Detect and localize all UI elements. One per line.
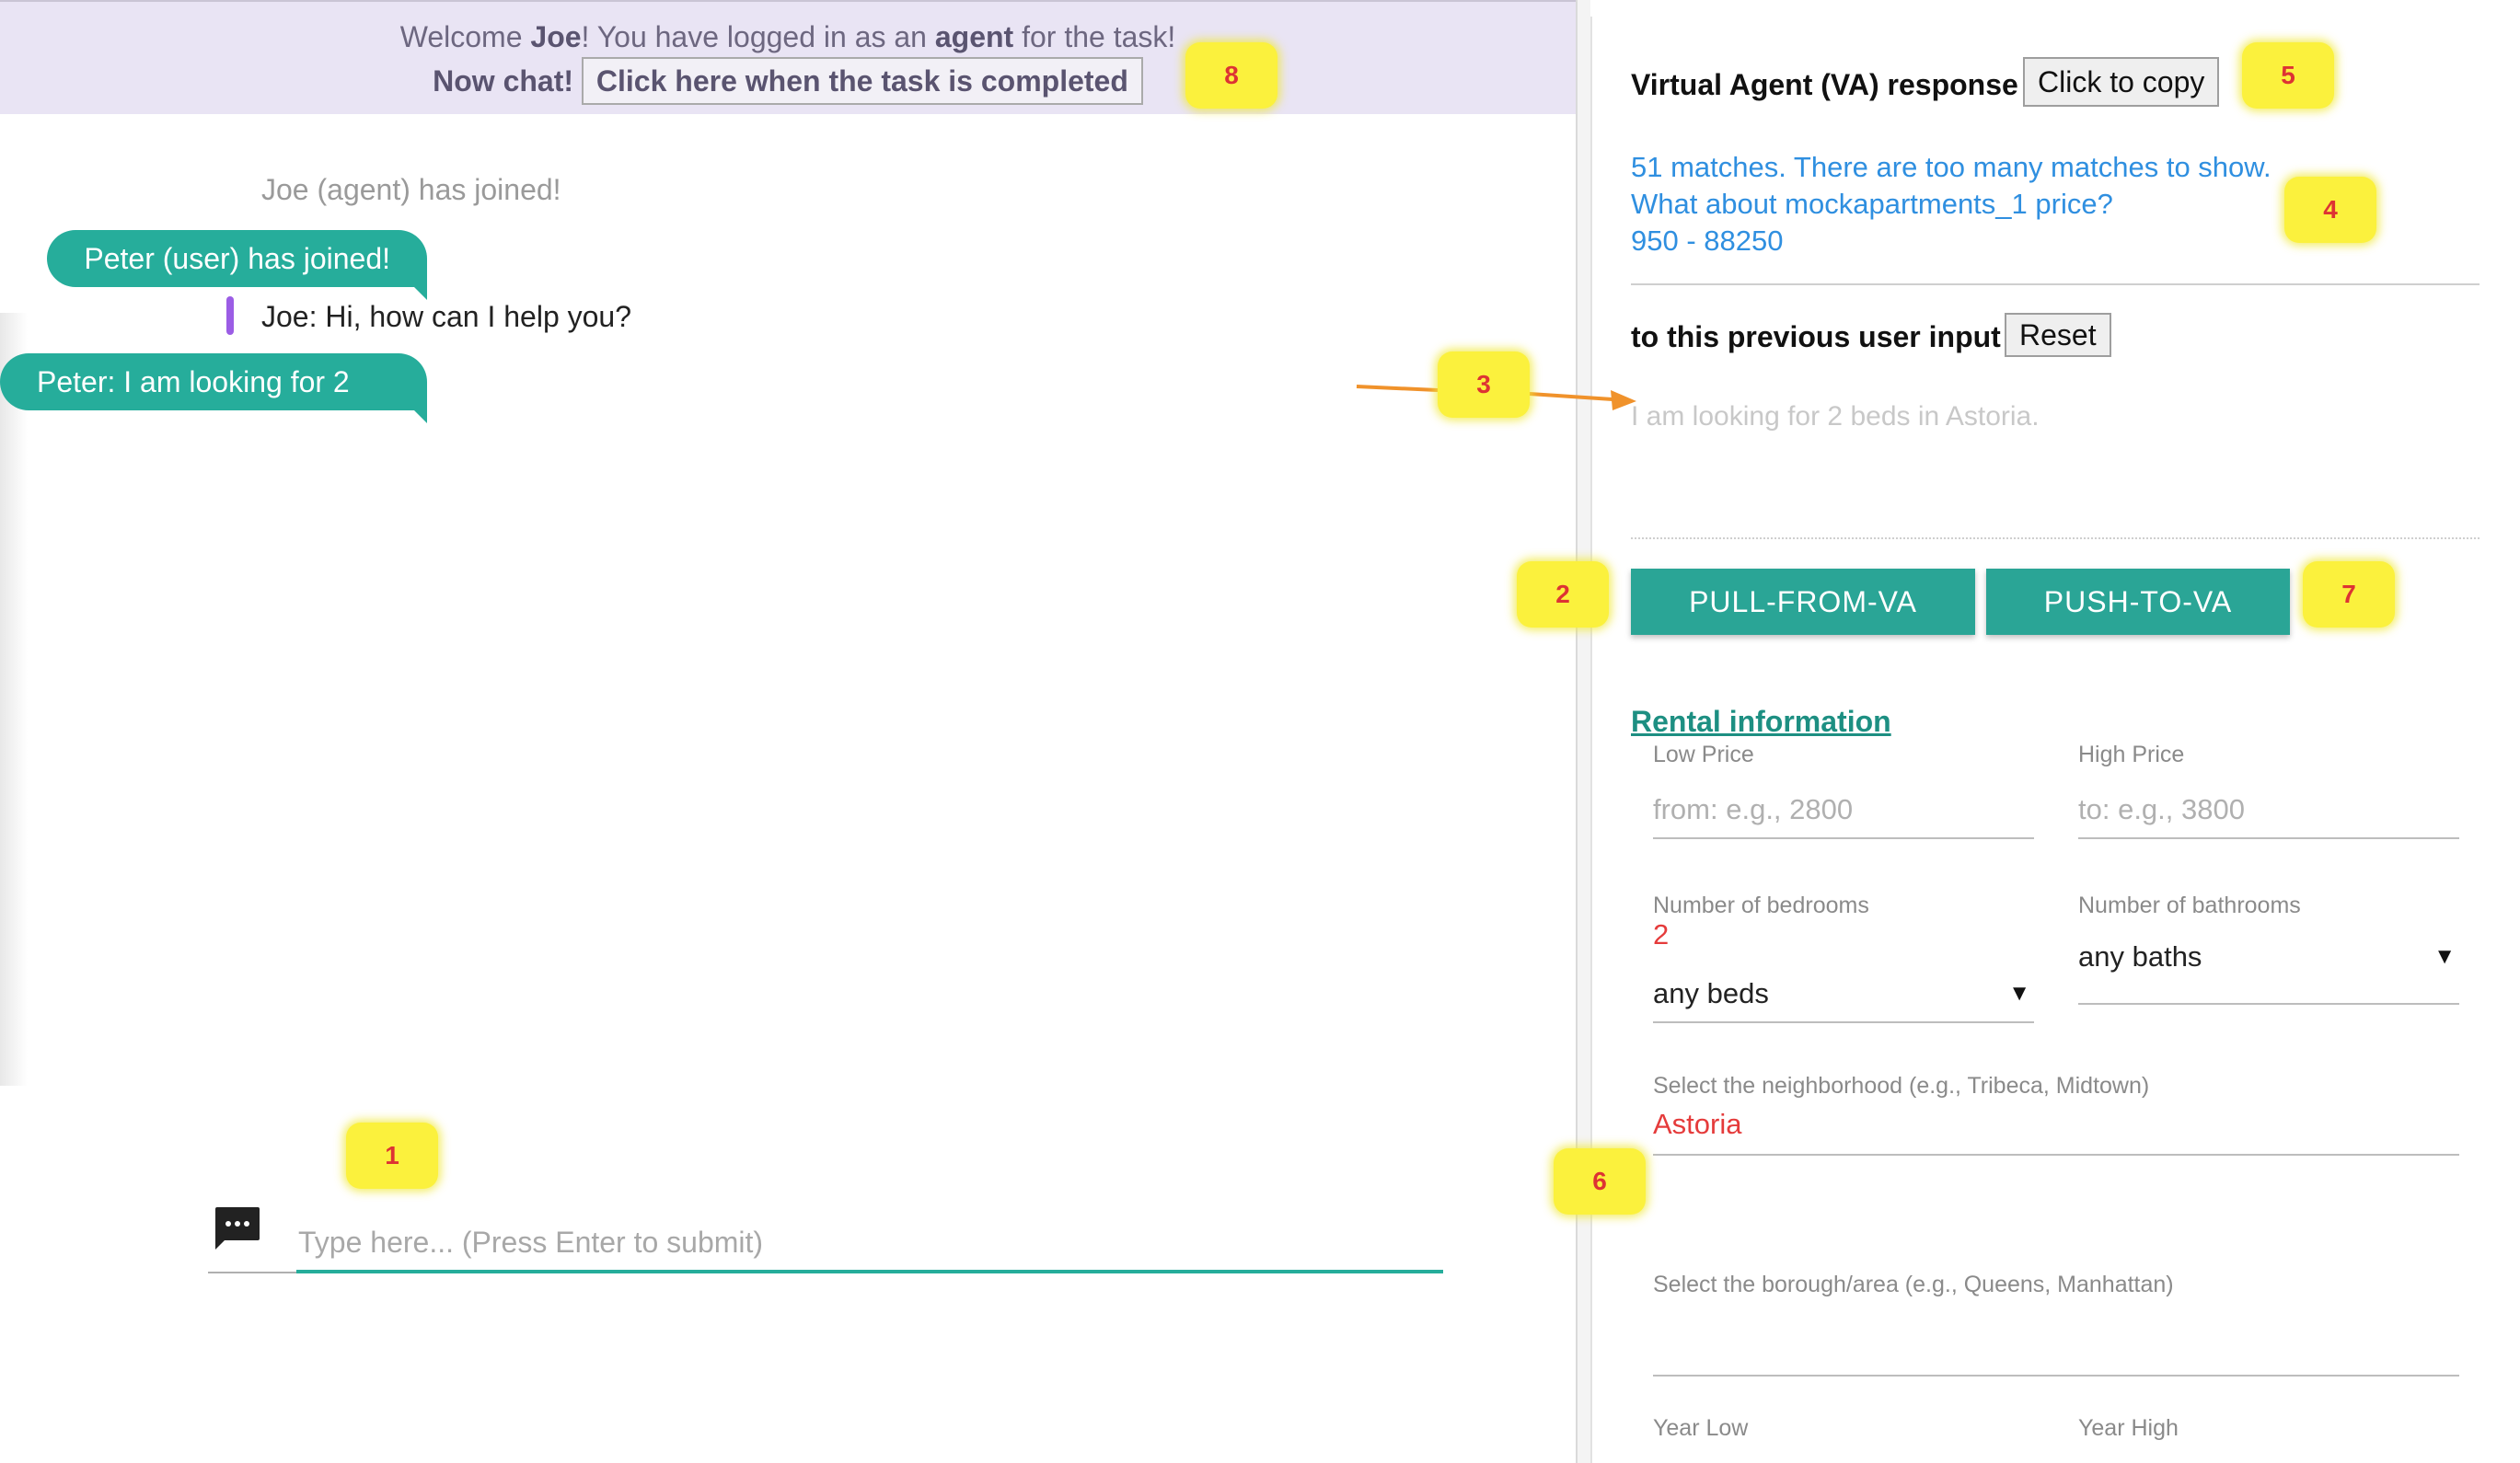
year-high-label: Year High xyxy=(2078,1415,2179,1441)
agent-message-text: Joe: Hi, how can I help you? xyxy=(261,300,632,333)
user-message-bubble: Peter: I am looking for 2 beds in Astori… xyxy=(0,353,427,455)
neighborhood-label: Select the neighborhood (e.g., Tribeca, … xyxy=(1653,1073,2150,1099)
va-response-line: 51 matches. There are too many matches t… xyxy=(1631,151,2271,183)
input-underline xyxy=(208,1272,296,1273)
bedrooms-label: Number of bedrooms xyxy=(1653,893,1869,918)
copy-button[interactable]: Click to copy xyxy=(2023,57,2220,107)
chat-bubble-icon xyxy=(215,1207,260,1250)
push-to-va-button[interactable]: PUSH-TO-VA xyxy=(1986,569,2290,635)
task-complete-button[interactable]: Click here when the task is completed xyxy=(581,57,1143,105)
chevron-down-icon: ▼ xyxy=(2433,944,2456,969)
chat-input[interactable] xyxy=(296,1215,1443,1273)
now-chat-line: Now chat! Click here when the task is co… xyxy=(0,57,1576,105)
welcome-line: Welcome Joe! You have logged in as an ag… xyxy=(0,18,1576,55)
bathrooms-select[interactable]: any baths ▼ xyxy=(2078,937,2459,1005)
system-message: Joe (agent) has joined! xyxy=(261,173,561,206)
logged-in-text: ! You have logged in as an xyxy=(581,20,935,53)
bathrooms-select-value: any baths xyxy=(2078,940,2202,973)
divider-line xyxy=(1631,283,2480,285)
user-message-bubble: Peter (user) has joined! xyxy=(47,230,427,300)
borough-input[interactable] xyxy=(1653,1375,2459,1377)
annotation-badge: 1 xyxy=(346,1123,438,1189)
low-price-input[interactable] xyxy=(1653,782,2034,839)
va-response-label: Virtual Agent (VA) response xyxy=(1631,68,2018,101)
va-response-text[interactable]: 51 matches. There are too many matches t… xyxy=(1631,149,2271,259)
welcome-text: Welcome xyxy=(399,20,531,53)
pull-from-va-button[interactable]: PULL-FROM-VA xyxy=(1631,569,1975,635)
annotation-badge: 8 xyxy=(1185,42,1277,109)
year-low-label: Year Low xyxy=(1653,1415,1749,1441)
pane-divider[interactable] xyxy=(1576,0,1590,1463)
agent-message: Joe: Hi, how can I help you? xyxy=(226,296,631,337)
annotation-badge: 3 xyxy=(1438,351,1530,418)
annotation-badge: 5 xyxy=(2242,42,2334,109)
chevron-down-icon: ▼ xyxy=(2008,981,2030,1006)
low-price-label: Low Price xyxy=(1653,742,1754,767)
bedrooms-value: 2 xyxy=(1653,918,1670,950)
annotation-badge: 7 xyxy=(2303,561,2395,628)
task-text: for the task! xyxy=(1013,20,1176,53)
reset-button[interactable]: Reset xyxy=(2005,313,2111,357)
user-name: Joe xyxy=(530,20,582,53)
rental-info-title[interactable]: Rental information xyxy=(1631,701,1891,742)
va-response-line: 950 - 88250 xyxy=(1631,225,1784,257)
bedrooms-select-value: any beds xyxy=(1653,977,1769,1009)
bedrooms-select[interactable]: any beds ▼ xyxy=(1653,973,2034,1023)
high-price-input[interactable] xyxy=(2078,782,2459,839)
annotation-badge: 6 xyxy=(1554,1148,1646,1215)
borough-label: Select the borough/area (e.g., Queens, M… xyxy=(1653,1272,2174,1297)
bathrooms-label: Number of bathrooms xyxy=(2078,893,2301,918)
pane-shadow xyxy=(0,313,28,1086)
now-chat-label: Now chat! xyxy=(433,64,574,98)
va-panel: Virtual Agent (VA) response Click to cop… xyxy=(1590,17,2518,1463)
neighborhood-value: Astoria xyxy=(1653,1108,1742,1140)
task-banner: Welcome Joe! You have logged in as an ag… xyxy=(0,0,1576,114)
previous-input-label: to this previous user input xyxy=(1631,320,2001,353)
neighborhood-input[interactable] xyxy=(1653,1154,2459,1156)
va-response-line: What about mockapartments_1 price? xyxy=(1631,188,2113,220)
previous-user-input[interactable] xyxy=(1631,401,2480,539)
annotation-badge: 2 xyxy=(1517,561,1609,628)
annotation-badge: 4 xyxy=(2284,177,2376,243)
chat-pane: Welcome Joe! You have logged in as an ag… xyxy=(0,0,1576,1463)
high-price-label: High Price xyxy=(2078,742,2185,767)
role-text: agent xyxy=(934,20,1014,53)
